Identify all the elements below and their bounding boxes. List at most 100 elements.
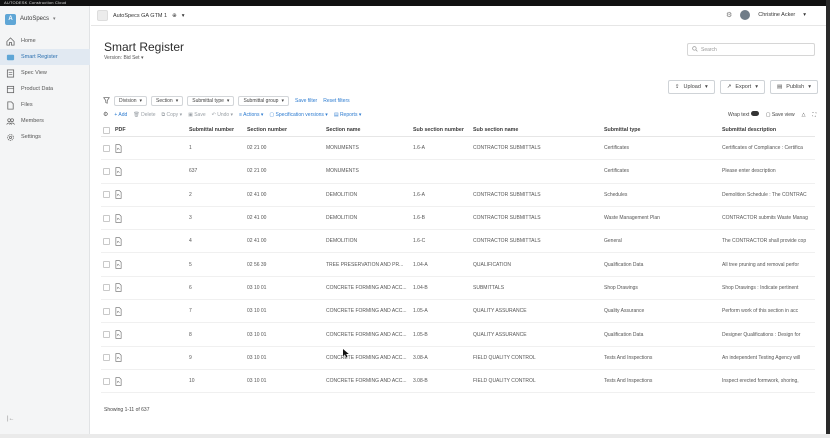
publish-button[interactable]: ▤ Publish ▾ (769, 80, 818, 94)
section-name-cell[interactable]: DEMOLITION (326, 184, 410, 206)
reports-menu[interactable]: ▤ Reports ▾ (334, 112, 362, 118)
section-number-cell[interactable]: 02 41 00 (247, 184, 317, 206)
delete-button[interactable]: 🗑︎ Delete (133, 112, 155, 118)
section-name-cell[interactable]: MONUMENTS (326, 160, 410, 182)
sub-section-number-cell[interactable]: 1.04-A (413, 253, 471, 275)
toggle-switch[interactable] (750, 111, 759, 116)
table-row[interactable]: 1 02 21 00 MONUMENTS 1.6-A CONTRACTOR SUBMIT… (101, 137, 815, 161)
table-row[interactable]: 10 03 10 01 CONCRETE FORMING AND ACC... 3.0… (101, 370, 815, 394)
collapse-sidebar-icon[interactable]: |← (7, 416, 15, 422)
row-checkbox[interactable] (103, 277, 111, 299)
submittal-type-cell[interactable]: Tests And Inspections (604, 347, 716, 369)
row-checkbox[interactable] (103, 160, 111, 182)
sub-section-number-cell[interactable]: 1.6-A (413, 184, 471, 206)
submittal-number-cell[interactable]: 5 (189, 253, 244, 275)
submittal-number-cell[interactable]: 4 (189, 230, 244, 252)
search-input[interactable]: Search (687, 43, 815, 56)
section-name-cell[interactable]: CONCRETE FORMING AND ACC... (326, 323, 410, 345)
submittal-type-cell[interactable]: Certificates (604, 160, 716, 182)
wrap-text-toggle[interactable]: Wrap text (728, 111, 759, 118)
section-name-cell[interactable]: MONUMENTS (326, 137, 410, 159)
section-number-cell[interactable]: 03 10 01 (247, 347, 317, 369)
section-number-cell[interactable]: 02 21 00 (247, 160, 317, 182)
project-switcher[interactable]: A AutoSpecs ▾ (5, 12, 56, 26)
table-row[interactable]: 3 02 41 00 DEMOLITION 1.6-B CONTRACTOR SUBMI… (101, 207, 815, 231)
section-number-cell[interactable]: 03 10 01 (247, 300, 317, 322)
table-row[interactable]: 4 02 41 00 DEMOLITION 1.6-C CONTRACTOR SUBMI… (101, 230, 815, 254)
row-checkbox[interactable] (103, 137, 111, 159)
spec-versions-menu[interactable]: ▢ Specification versions ▾ (269, 112, 327, 118)
export-button[interactable]: ↗ Export ▾ (719, 80, 765, 94)
section-name-cell[interactable]: DEMOLITION (326, 207, 410, 229)
submittal-description-cell[interactable]: Demolition Schedule : The CONTRAC (722, 184, 815, 206)
pdf-icon[interactable] (115, 230, 139, 252)
section-name-cell[interactable]: DEMOLITION (326, 230, 410, 252)
sub-section-number-cell[interactable]: 1.6-A (413, 137, 471, 159)
submittal-type-cell[interactable]: General (604, 230, 716, 252)
section-number-cell[interactable]: 03 10 01 (247, 277, 317, 299)
table-row[interactable]: 7 03 10 01 CONCRETE FORMING AND ACC... 1.05… (101, 300, 815, 324)
save-filter-link[interactable]: Save filter (295, 98, 317, 104)
submittal-description-cell[interactable]: Certificates of Compliance : Certifica (722, 137, 815, 159)
pdf-icon[interactable] (115, 160, 139, 182)
pdf-icon[interactable] (115, 370, 139, 392)
expand-icon[interactable]: ⛶ (812, 112, 816, 118)
copy-button[interactable]: ⧉ Copy ▾ (162, 112, 183, 118)
column-header-submittal-number[interactable]: Submittal number (189, 124, 244, 136)
sub-section-name-cell[interactable]: CONTRACTOR SUBMITTALS (473, 184, 603, 206)
sidebar-item-product-data[interactable]: Product Data (0, 81, 90, 97)
sub-section-name-cell[interactable]: FIELD QUALITY CONTROL (473, 370, 603, 392)
actions-menu[interactable]: ≡ Actions ▾ (239, 112, 263, 118)
sidebar-item-files[interactable]: Files (0, 97, 90, 113)
sidebar-item-members[interactable]: Members (0, 113, 90, 129)
select-all-checkbox[interactable] (103, 124, 111, 136)
sub-section-number-cell[interactable]: 3.08-A (413, 347, 471, 369)
column-header-submittal-description[interactable]: Submittal description (722, 124, 815, 136)
sub-section-name-cell[interactable]: CONTRACTOR SUBMITTALS (473, 230, 603, 252)
row-checkbox[interactable] (103, 230, 111, 252)
submittal-description-cell[interactable]: Designer Qualifications : Design for (722, 323, 815, 345)
table-row[interactable]: 5 02 56 39 TREE PRESERVATION AND PR... 1.04… (101, 253, 815, 277)
save-button[interactable]: ▣ Save (188, 112, 206, 118)
sub-section-name-cell[interactable]: CONTRACTOR SUBMITTALS (473, 207, 603, 229)
submittal-description-cell[interactable]: The CONTRACTOR shall provide cop (722, 230, 815, 252)
section-number-cell[interactable]: 02 41 00 (247, 207, 317, 229)
submittal-number-cell[interactable]: 10 (189, 370, 244, 392)
section-number-cell[interactable]: 02 56 39 (247, 253, 317, 275)
sub-section-name-cell[interactable]: QUALIFICATION (473, 253, 603, 275)
section-name-cell[interactable]: CONCRETE FORMING AND ACC... (326, 370, 410, 392)
row-checkbox[interactable] (103, 207, 111, 229)
table-row[interactable]: 6 03 10 01 CONCRETE FORMING AND ACC... 1.04… (101, 277, 815, 301)
sidebar-item-home[interactable]: Home (0, 33, 90, 49)
bell-icon[interactable]: △ (802, 112, 806, 118)
column-header-section-number[interactable]: Section number (247, 124, 317, 136)
row-checkbox[interactable] (103, 370, 111, 392)
row-checkbox[interactable] (103, 184, 111, 206)
submittal-description-cell[interactable]: An independent Testing Agency will (722, 347, 815, 369)
reset-filters-link[interactable]: Reset filters (323, 98, 349, 104)
section-name-cell[interactable]: TREE PRESERVATION AND PR... (326, 253, 410, 275)
table-row[interactable]: 8 03 10 01 CONCRETE FORMING AND ACC... 1.05… (101, 323, 815, 347)
section-number-cell[interactable]: 02 21 00 (247, 137, 317, 159)
project-selector[interactable]: AutoSpecs GA GTM 1 ⊕ ▾ (97, 10, 184, 21)
row-checkbox[interactable] (103, 323, 111, 345)
submittal-description-cell[interactable]: Perform work of this section in acc (722, 300, 815, 322)
pdf-icon[interactable] (115, 137, 139, 159)
row-checkbox[interactable] (103, 253, 111, 275)
sub-section-name-cell[interactable] (473, 160, 603, 182)
undo-button[interactable]: ↶ Undo ▾ (212, 112, 233, 118)
submittal-number-cell[interactable]: 7 (189, 300, 244, 322)
submittal-type-cell[interactable]: Quality Assurance (604, 300, 716, 322)
section-number-cell[interactable]: 03 10 01 (247, 323, 317, 345)
sub-section-name-cell[interactable]: QUALITY ASSURANCE (473, 300, 603, 322)
sidebar-item-smart-register[interactable]: Smart Register (0, 49, 90, 65)
submittal-type-cell[interactable]: Certificates (604, 137, 716, 159)
section-name-cell[interactable]: CONCRETE FORMING AND ACC... (326, 347, 410, 369)
submittal-description-cell[interactable]: CONTRACTOR submits Waste Manag (722, 207, 815, 229)
submittal-type-cell[interactable]: Waste Management Plan (604, 207, 716, 229)
submittal-number-cell[interactable]: 637 (189, 160, 244, 182)
sub-section-number-cell[interactable]: 3.08-B (413, 370, 471, 392)
pdf-icon[interactable] (115, 253, 139, 275)
submittal-description-cell[interactable]: Please enter description (722, 160, 815, 182)
submittal-number-cell[interactable]: 8 (189, 323, 244, 345)
